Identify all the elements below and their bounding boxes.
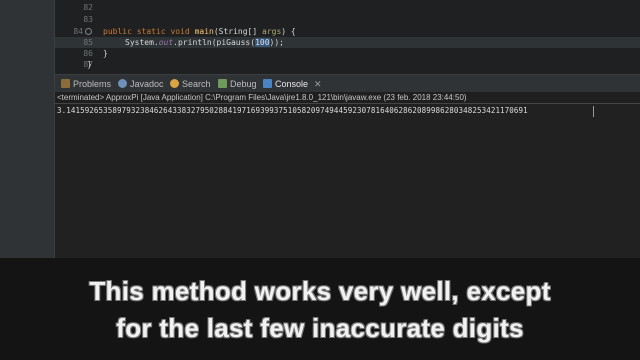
code-line: 86 } xyxy=(55,48,640,59)
subtitle-line: for the last few inaccurate digits xyxy=(116,313,524,343)
tab-label: Javadoc xyxy=(130,79,164,89)
selected-text[interactable]: 100 xyxy=(255,38,270,47)
line-number: 84 xyxy=(73,27,83,36)
console-output: 3.14159265358979323846264338327950288419… xyxy=(57,106,528,115)
code-punct: ) { xyxy=(281,27,296,36)
line-number: 82 xyxy=(83,3,93,12)
tab-label: Debug xyxy=(230,79,257,89)
keyword: static xyxy=(136,27,166,36)
method-call: .println(piGauss( xyxy=(173,38,256,47)
code-text: public static void main(String[] args) { xyxy=(103,26,296,37)
fold-icon[interactable] xyxy=(85,28,92,35)
line-number: 85 xyxy=(83,38,93,47)
subtitle-line: This method works very well, except xyxy=(89,276,551,306)
tab-javadoc[interactable]: Javadoc xyxy=(118,78,164,91)
close-icon[interactable]: ✕ xyxy=(314,79,322,89)
code-line: 82 xyxy=(55,2,640,13)
debug-icon xyxy=(218,79,227,88)
code-line: 87 } xyxy=(55,59,640,70)
code-line: 83 xyxy=(55,14,640,25)
console-status: <terminated> ApproxPi [Java Application]… xyxy=(57,93,467,102)
code-text: } xyxy=(87,60,92,69)
code-line-current: 85 System.out.println(piGauss(100)); xyxy=(55,37,640,48)
code-text: } xyxy=(103,49,108,58)
problems-icon xyxy=(61,79,70,88)
line-number: 86 xyxy=(83,49,93,58)
console-icon xyxy=(263,79,272,88)
keyword: void xyxy=(170,27,190,36)
console-output-area[interactable]: 3.14159265358979323846264338327950288419… xyxy=(55,103,640,259)
method-name: main xyxy=(194,27,214,36)
code-line: 84 public static void main(String[] args… xyxy=(55,26,640,37)
text-caret xyxy=(593,106,594,117)
view-tab-bar: Problems Javadoc Search Debug Console ✕ xyxy=(55,74,640,93)
tab-problems[interactable]: Problems xyxy=(61,78,111,91)
tab-search[interactable]: Search xyxy=(170,78,211,91)
subtitle-area xyxy=(0,258,640,360)
tab-label: Search xyxy=(182,79,211,89)
javadoc-icon xyxy=(118,79,127,88)
class-ref: System. xyxy=(125,38,159,47)
left-panel xyxy=(0,0,55,258)
arg-name: args xyxy=(262,27,282,36)
line-number: 83 xyxy=(83,15,93,24)
search-icon xyxy=(170,79,179,88)
tab-label: Problems xyxy=(73,79,112,89)
console-panel[interactable]: <terminated> ApproxPi [Java Application]… xyxy=(55,92,640,259)
tab-label: Console xyxy=(275,79,309,89)
tab-debug[interactable]: Debug xyxy=(218,78,257,91)
code-editor[interactable]: 82 83 84 public static void main(String[… xyxy=(55,0,640,74)
field-ref: out xyxy=(158,38,174,47)
keyword: public xyxy=(103,27,132,36)
tab-console[interactable]: Console ✕ xyxy=(263,78,322,91)
params: (String[] xyxy=(213,27,262,36)
code-text: System.out.println(piGauss(100)); xyxy=(125,37,284,48)
code-punct: )); xyxy=(269,38,284,47)
